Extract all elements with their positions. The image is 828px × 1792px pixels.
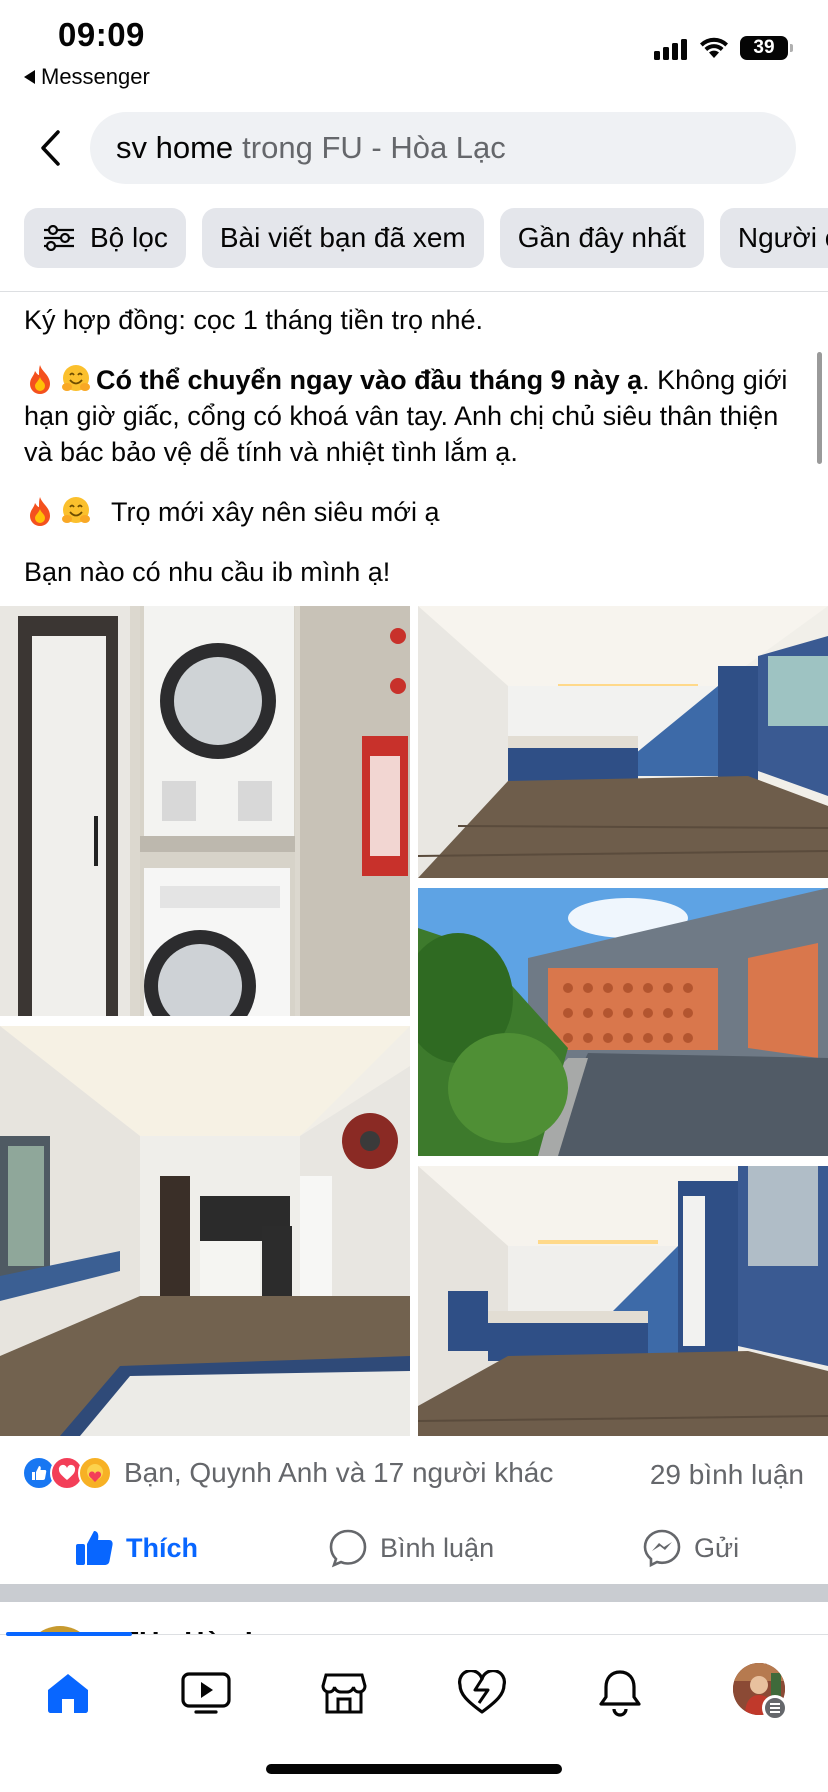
home-indicator[interactable]	[266, 1764, 562, 1774]
search-scope-text: trong FU - Hòa Lạc	[242, 130, 506, 165]
post-move-in-bold: Có thể chuyển ngay vào đầu tháng 9 này ạ	[96, 365, 643, 395]
post-photo-bedroom[interactable]	[418, 606, 828, 878]
filter-chips: Bộ lọc Bài viết bạn đã xem Gần đây nhất …	[24, 208, 828, 268]
post-paragraph-new: Trọ mới xây nên siêu mới ạ	[24, 494, 814, 530]
filter-sliders-icon	[44, 225, 74, 251]
fire-emoji-icon	[30, 497, 50, 526]
post-photo-laundry[interactable]	[0, 606, 410, 1016]
status-time: 09:09	[58, 16, 145, 53]
search-input[interactable]: sv home trong FU - Hòa Lạc	[90, 112, 796, 184]
battery-indicator: 39	[740, 36, 793, 60]
filter-chip-viewed-posts[interactable]: Bài viết bạn đã xem	[201, 208, 484, 268]
send-button-label: Gửi	[694, 1532, 740, 1563]
thumbs-up-icon	[76, 1531, 113, 1565]
tab-dating[interactable]	[452, 1665, 512, 1721]
back-button[interactable]	[30, 124, 70, 172]
filter-chip-label: Bài viết bạn đã xem	[219, 222, 466, 253]
filter-chip-label: Gần đây nhất	[517, 222, 686, 253]
menu-badge-icon[interactable]	[762, 1695, 788, 1721]
post-photo-bedroom-2[interactable]	[418, 1166, 828, 1436]
tab-notifications[interactable]	[590, 1665, 650, 1721]
post-photo-terrace[interactable]	[418, 888, 828, 1156]
filter-chip-label: Bộ lọc	[90, 222, 168, 253]
dating-heart-icon	[458, 1670, 506, 1714]
feed-separator	[0, 1584, 828, 1602]
comment-bubble-icon	[329, 1529, 367, 1568]
scrollbar[interactable]	[817, 352, 822, 464]
back-app-label: Messenger	[41, 64, 150, 89]
comments-count[interactable]: 29 bình luận	[650, 1459, 804, 1491]
like-button-label: Thích	[126, 1532, 198, 1563]
back-triangle-icon	[24, 70, 35, 84]
like-button[interactable]: Thích	[74, 1516, 198, 1580]
post-body: Ký hợp đồng: cọc 1 tháng tiền trọ nhé. C…	[24, 300, 814, 614]
post-paragraph-move-in: Có thể chuyển ngay vào đầu tháng 9 này ạ…	[24, 362, 814, 470]
cellular-signal-icon	[654, 36, 687, 60]
home-icon	[48, 1674, 88, 1713]
filter-chip-label: Người c	[737, 222, 828, 253]
messenger-icon	[643, 1529, 681, 1568]
wifi-icon	[700, 37, 728, 58]
comment-button-label: Bình luận	[380, 1532, 495, 1563]
tab-marketplace[interactable]	[314, 1665, 374, 1721]
send-button[interactable]: Gửi	[642, 1516, 739, 1580]
post-line-contract: Ký hợp đồng: cọc 1 tháng tiền trọ nhé.	[24, 305, 484, 335]
marketplace-icon	[321, 1673, 367, 1714]
hugging-face-emoji-icon	[62, 497, 90, 523]
back-to-app-link[interactable]: Messenger	[24, 64, 150, 90]
filter-chip-people[interactable]: Người c	[719, 208, 828, 268]
reactions-text: Bạn, Quynh Anh và 17 người khác	[124, 1457, 554, 1488]
post-actions: Thích Bình luận Gửi	[0, 1516, 828, 1580]
fire-emoji-icon	[30, 365, 50, 394]
tab-home[interactable]	[38, 1665, 98, 1721]
filter-chip-filters[interactable]: Bộ lọc	[24, 208, 186, 268]
post-photo-open-room[interactable]	[0, 1026, 410, 1436]
search-query-text: sv home	[116, 130, 234, 165]
active-tab-indicator	[6, 1632, 132, 1636]
bell-icon	[599, 1670, 641, 1717]
post-line-contact: Bạn nào có nhu cầu ib mình ạ!	[24, 557, 391, 587]
care-reaction-icon	[78, 1456, 112, 1490]
divider	[0, 291, 828, 292]
video-icon	[181, 1672, 231, 1714]
comment-button[interactable]: Bình luận	[328, 1516, 494, 1580]
tab-video[interactable]	[176, 1665, 236, 1721]
chevron-left-icon	[41, 130, 60, 166]
reactions-summary[interactable]: Bạn, Quynh Anh và 17 người khác	[22, 1456, 553, 1490]
post-line-new: Trọ mới xây nên siêu mới ạ	[111, 497, 440, 527]
filter-chip-most-recent[interactable]: Gần đây nhất	[499, 208, 704, 268]
hugging-face-emoji-icon	[62, 365, 90, 391]
